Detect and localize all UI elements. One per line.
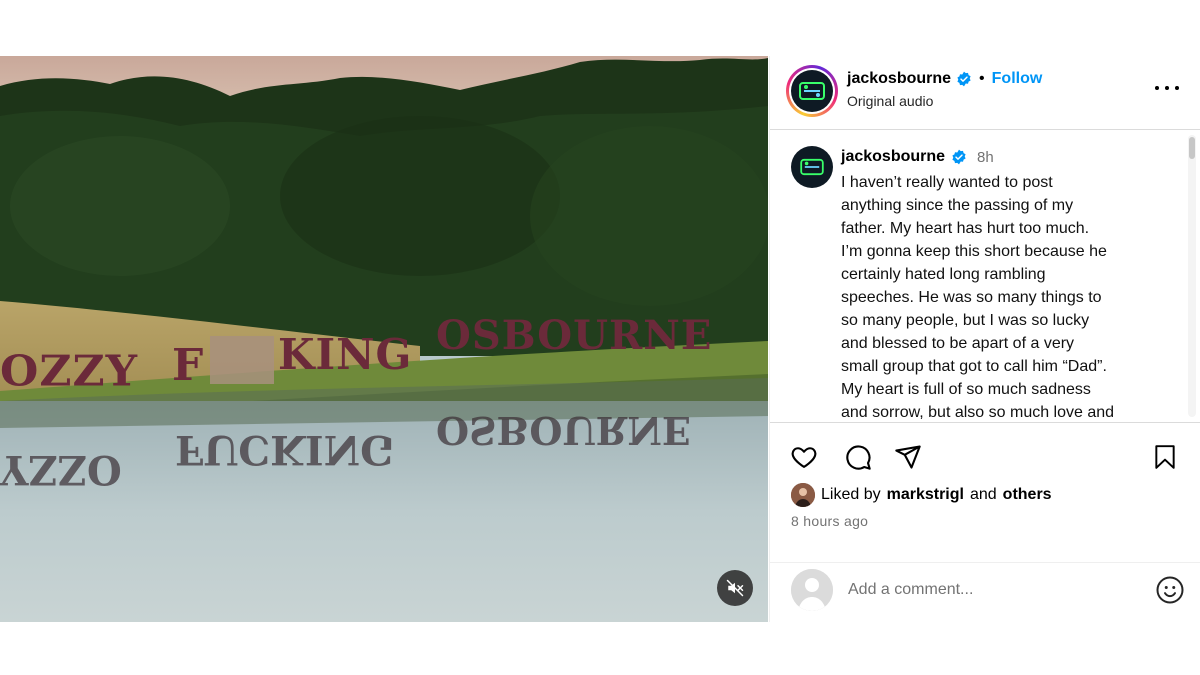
caption-line: speeches. He was so many things to <box>841 289 1102 306</box>
comment-composer <box>770 562 1200 622</box>
heart-icon <box>791 447 817 468</box>
bookmark-icon <box>1155 445 1175 469</box>
sign-word-f: F <box>172 340 204 391</box>
header-username[interactable]: jackosbourne <box>847 70 951 88</box>
verified-badge-icon <box>952 149 966 165</box>
liked-by: Liked by markstrigl and others <box>791 483 1052 507</box>
reflection-ozzy: OZZY <box>0 446 122 493</box>
caption-line: father. My heart has hurt too much. <box>841 220 1090 237</box>
reflection-osbourne: OSBOURNE <box>436 408 691 453</box>
post-timestamp[interactable]: 8 hours ago <box>791 513 868 529</box>
audio-label[interactable]: Original audio <box>847 93 933 109</box>
caption-username[interactable]: jackosbourne <box>841 148 945 166</box>
liker-avatar[interactable] <box>791 483 815 507</box>
caption-line: I haven’t really wanted to post <box>841 174 1053 191</box>
verified-badge-icon <box>957 71 971 87</box>
liked-and: and <box>969 486 997 503</box>
comment-button[interactable] <box>842 441 874 473</box>
avatar <box>791 70 833 112</box>
sign-word-ozzy: OZZY <box>0 347 138 396</box>
caption-line: and sorrow, but also so much love and <box>841 404 1115 421</box>
caption-line: anything since the passing of my <box>841 197 1074 214</box>
post-actions: Liked by markstrigl and others 8 hours a… <box>770 422 1200 562</box>
comment-input[interactable] <box>848 579 1128 601</box>
mute-icon <box>726 579 744 597</box>
caption-header: jackosbourne 8h <box>841 148 994 166</box>
share-button[interactable] <box>892 441 924 473</box>
liked-user[interactable]: markstrigl <box>887 486 964 504</box>
share-icon <box>895 445 921 469</box>
emoji-icon[interactable] <box>1155 575 1185 605</box>
post-panel: jackosbourne • Follow Original audio jac… <box>769 56 1200 622</box>
follow-button[interactable]: Follow <box>992 70 1043 88</box>
sign-word-osbourne: OSBOURNE <box>436 312 713 359</box>
header-username-row: jackosbourne • Follow <box>847 70 1042 88</box>
caption-text: I haven’t really wanted to post anything… <box>841 171 1176 421</box>
current-user-avatar <box>791 569 833 611</box>
post-header: jackosbourne • Follow Original audio <box>770 56 1200 130</box>
caption-avatar[interactable] <box>791 146 833 188</box>
caption-scrollbar[interactable] <box>1188 135 1196 417</box>
mute-button[interactable] <box>717 570 753 606</box>
comment-icon <box>846 445 871 470</box>
sign-word-king: KING <box>278 330 413 379</box>
caption-line: I’m gonna keep this short because he <box>841 243 1107 260</box>
caption-line: so many people, but I was so lucky <box>841 312 1090 329</box>
liked-prefix: Liked by <box>821 486 881 503</box>
save-button[interactable] <box>1149 441 1181 473</box>
story-ring-avatar[interactable] <box>786 65 838 117</box>
reflection-fucking: FUCKING <box>175 426 395 473</box>
separator-dot: • <box>979 70 985 87</box>
caption-line: certainly hated long rambling <box>841 266 1046 283</box>
post-media[interactable]: OZZY F KING OSBOURNE OZZY FUCKING OSBOUR… <box>0 56 768 622</box>
scrollbar-thumb[interactable] <box>1189 137 1195 159</box>
caption-line: and blessed to be apart of a very <box>841 335 1075 352</box>
caption-line: small group that got to call him “Dad”. <box>841 358 1107 375</box>
more-options-button[interactable] <box>1155 80 1179 96</box>
more-options-icon <box>1155 86 1159 90</box>
caption-line: My heart is full of so much sadness <box>841 381 1091 398</box>
caption-scroll-area[interactable]: jackosbourne 8h I haven’t really wanted … <box>770 131 1200 421</box>
like-button[interactable] <box>788 441 820 473</box>
liked-others[interactable]: others <box>1003 486 1052 504</box>
caption-time[interactable]: 8h <box>977 149 994 166</box>
